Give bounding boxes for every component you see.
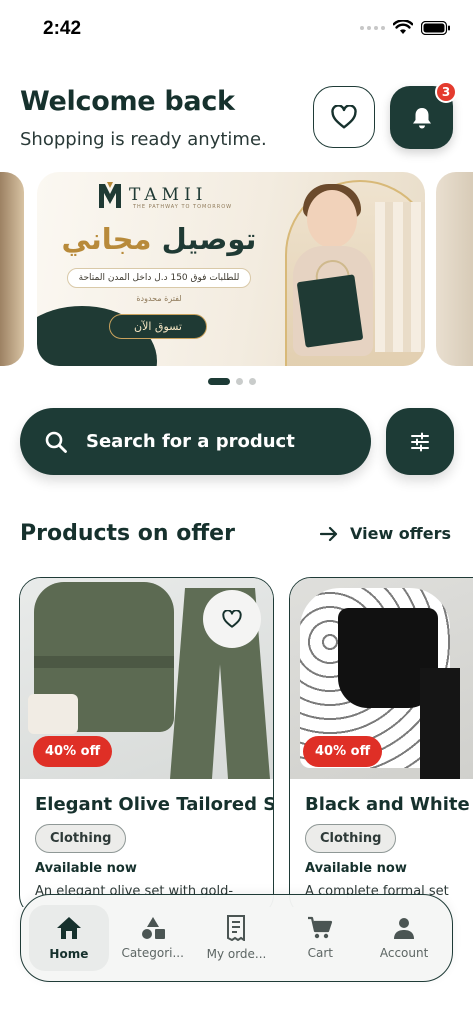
nav-item-account[interactable]: Account [364,905,444,971]
account-icon [394,918,415,939]
carousel-prev-card[interactable] [0,172,24,366]
favorites-button[interactable] [313,86,375,148]
home-icon [56,917,81,939]
signal-dots-icon [360,25,385,30]
promo-carousel[interactable]: TAMII THE PATHWAY TO TOMORROW توصيل مجان… [0,172,473,368]
page-title: Welcome back [20,86,235,117]
status-icons [360,20,451,35]
header: Welcome back Shopping is ready anytime. … [20,81,457,156]
headline-free: مجاني [61,222,152,256]
nav-label: Cart [307,946,333,960]
status-bar: 2:42 [0,0,473,60]
pager-dot[interactable] [249,378,256,385]
availability-status: Available now [305,861,407,876]
search-icon [45,431,67,453]
carousel-next-card[interactable] [436,172,473,366]
heart-icon [222,610,242,628]
carousel-pager[interactable] [208,378,256,385]
battery-icon [421,20,450,35]
product-card[interactable]: 40% off Black and White F Clothing Avail… [289,577,473,907]
nav-item-cart[interactable]: Cart [280,905,360,971]
nav-label: Account [379,946,429,960]
product-title[interactable]: Elegant Olive Tailored S... [35,794,273,815]
notification-badge: 3 [435,81,457,103]
products-list[interactable]: 40% off Elegant Olive Tailored S... Clot… [0,577,473,907]
filter-button[interactable] [386,408,454,475]
nav-item-categories[interactable]: Categori... [113,905,193,971]
availability-status: Available now [35,861,137,876]
cart-icon [308,916,333,939]
product-favorite-button[interactable] [203,590,261,648]
filter-sliders-icon [411,432,429,451]
bottom-nav: Home Categori... My orde... Cart Account [20,894,453,982]
nav-label: Home [49,947,89,961]
banner-headline: توصيل مجاني [59,222,259,256]
shopping-bag-image [296,274,364,348]
heart-icon [331,105,357,129]
pager-dot[interactable] [236,378,243,385]
banner-photo [265,172,425,366]
search-input[interactable] [86,431,346,452]
category-chip: Clothing [35,824,127,853]
discount-badge: 40% off [303,736,383,767]
shop-now-button[interactable]: تسوق الآن [109,314,207,339]
view-offers-link[interactable]: View offers [320,524,451,543]
discount-badge: 40% off [33,736,113,767]
page-subtitle: Shopping is ready anytime. [20,129,267,150]
wifi-icon [393,20,413,34]
promo-banner[interactable]: TAMII THE PATHWAY TO TOMORROW توصيل مجان… [37,172,425,366]
banner-subtext: للطلبات فوق 150 د.ل داخل المدن المتاحة [67,268,251,288]
status-time: 2:42 [43,18,82,39]
nav-label: My orde... [206,947,267,961]
product-title[interactable]: Black and White F [305,794,473,815]
search-bar[interactable] [20,408,371,475]
brand-mark-icon [99,182,121,208]
categories-icon [141,917,165,939]
brand-name: TAMII [129,185,208,205]
brand-tagline: THE PATHWAY TO TOMORROW [133,204,233,210]
arrow-right-icon [320,526,338,541]
headline-free-shipping: توصيل [161,222,257,256]
nav-item-home[interactable]: Home [28,905,109,971]
product-card[interactable]: 40% off Elegant Olive Tailored S... Clot… [19,577,274,907]
nav-label: Categori... [121,946,184,960]
category-chip: Clothing [305,824,397,853]
orders-icon [227,915,246,941]
offers-section-title: Products on offer [20,521,235,546]
nav-item-orders[interactable]: My orde... [196,905,276,971]
view-offers-label[interactable]: View offers [350,524,451,543]
banner-limited-time: لفترة محدودة [136,294,182,303]
pager-dot-active[interactable] [208,378,230,385]
bell-icon [412,107,431,128]
notifications-button[interactable]: 3 [390,81,457,149]
